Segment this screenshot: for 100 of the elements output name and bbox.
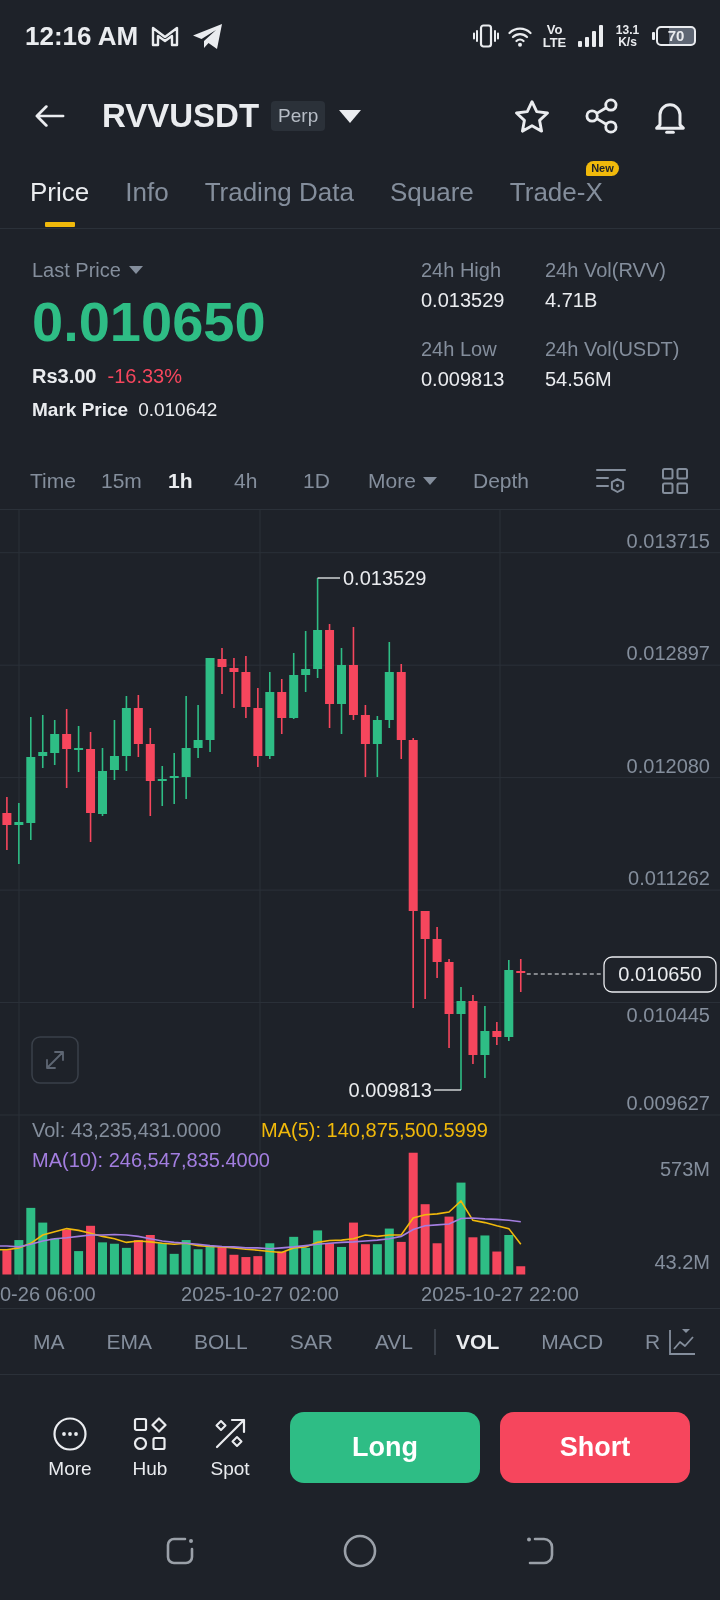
signal-icon xyxy=(577,25,605,47)
current-price-tag: 0.010650 xyxy=(603,956,717,993)
interval-tab[interactable]: 1D xyxy=(303,467,330,495)
volume-bar xyxy=(480,1235,490,1275)
mail-icon xyxy=(151,25,180,47)
indicator-tab[interactable]: BOLL xyxy=(194,1327,248,1356)
tab[interactable]: Price xyxy=(30,177,90,228)
candle xyxy=(468,994,478,1065)
diagonal-arrow-icon xyxy=(213,1417,247,1451)
volume-bar xyxy=(313,1230,323,1275)
interval-tab[interactable]: Depth xyxy=(473,467,530,495)
tab[interactable]: Trading Data xyxy=(204,177,354,228)
volume-bar xyxy=(2,1250,12,1275)
interval-tab[interactable]: Time xyxy=(30,467,76,495)
candle xyxy=(133,694,143,758)
stat-label: 24h Vol(USDT) xyxy=(545,337,680,362)
interval-tab[interactable]: 15m xyxy=(101,467,142,495)
time-axis-label: 0-26 06:00 xyxy=(0,1283,96,1305)
time-axis-label: 2025-10-27 02:00 xyxy=(181,1283,339,1305)
volume-bar xyxy=(157,1243,167,1275)
short-button[interactable]: Short xyxy=(500,1412,690,1483)
volume-bar xyxy=(217,1246,227,1275)
indicator-tab[interactable]: SAR xyxy=(289,1327,333,1356)
stat-label: 24h High xyxy=(421,258,502,283)
candle xyxy=(277,678,287,735)
caret-icon[interactable] xyxy=(339,109,362,123)
volume-bar xyxy=(504,1235,514,1275)
home-icon[interactable] xyxy=(343,1534,377,1568)
volume-bar xyxy=(360,1244,370,1275)
volume-bar xyxy=(289,1236,299,1275)
volume-bar xyxy=(14,1240,24,1275)
volume-bar xyxy=(26,1207,36,1275)
network-type-label: Vo LTE xyxy=(541,23,568,49)
back-icon[interactable] xyxy=(525,1536,555,1566)
volume-bar xyxy=(337,1246,346,1275)
volume-bar xyxy=(325,1243,335,1275)
indicator-tab[interactable]: MA xyxy=(33,1327,65,1356)
indicator-tab[interactable]: VOL xyxy=(456,1327,500,1356)
stat-value: 0.013529 xyxy=(421,288,505,313)
back-arrow-icon[interactable] xyxy=(35,105,65,127)
indicator-tab[interactable]: MACD xyxy=(541,1327,604,1356)
volume-axis-label: 573M xyxy=(659,1158,710,1180)
volume-bar xyxy=(396,1241,406,1275)
paper-plane-icon xyxy=(193,23,223,49)
indicator-tab[interactable]: EMA xyxy=(106,1327,152,1356)
volume-bar xyxy=(265,1243,275,1275)
price-axis-label: 0.011262 xyxy=(628,867,710,890)
stat-value: 4.71B xyxy=(545,288,598,313)
volume-bar xyxy=(384,1228,394,1275)
indicator-tab[interactable]: AVL xyxy=(374,1327,414,1356)
volume-legend-text: MA(5): 140,875,500.5999 xyxy=(261,1118,488,1143)
stat-value: 54.56M xyxy=(545,367,612,392)
price-axis-label: 0.009627 xyxy=(626,1092,710,1114)
price-axis-label: 0.012080 xyxy=(626,754,710,777)
volume-bar xyxy=(145,1235,155,1275)
star-icon[interactable] xyxy=(515,99,549,133)
volume-bar xyxy=(109,1243,119,1275)
volume-bar xyxy=(372,1244,382,1275)
stat-value: 0.009813 xyxy=(421,367,505,392)
grid-icon[interactable] xyxy=(662,468,688,494)
last-price-selector[interactable]: Last Price xyxy=(32,256,143,284)
candle xyxy=(432,926,442,979)
volume-legend-text: MA(10): 246,547,835.4000 xyxy=(32,1148,270,1173)
share-icon[interactable] xyxy=(585,98,618,134)
tab[interactable]: Square xyxy=(389,177,474,228)
volume-bar xyxy=(74,1251,84,1275)
volume-bar xyxy=(432,1243,442,1275)
shortcut-button[interactable]: More xyxy=(34,1412,106,1480)
volume-bar xyxy=(420,1204,430,1275)
candle xyxy=(38,714,48,769)
list-settings-icon[interactable] xyxy=(596,468,626,494)
candle xyxy=(14,802,24,865)
high-price-label: 0.013529 xyxy=(343,567,427,589)
interval-tab[interactable]: More xyxy=(368,467,437,495)
recents-icon[interactable] xyxy=(165,1536,195,1566)
volume-bar xyxy=(121,1247,131,1275)
volume-bar xyxy=(181,1240,191,1275)
interval-tab[interactable]: 4h xyxy=(234,467,258,495)
volume-bar xyxy=(516,1266,526,1275)
indicator-tab[interactable]: R xyxy=(645,1327,661,1356)
volume-bar xyxy=(468,1237,478,1275)
candle xyxy=(169,752,179,805)
shortcut-button[interactable]: Hub xyxy=(114,1412,186,1480)
candle xyxy=(372,715,382,778)
candle xyxy=(301,630,311,693)
candle xyxy=(2,796,12,851)
symbol-title[interactable]: RVVUSDT xyxy=(102,96,260,136)
time-axis-label: 2025-10-27 22:00 xyxy=(421,1283,579,1305)
volume-bar xyxy=(193,1249,203,1275)
volume-bar xyxy=(444,1216,454,1275)
expand-button[interactable] xyxy=(31,1036,79,1084)
status-time: 12:16 AM xyxy=(25,21,139,51)
tab[interactable]: Info xyxy=(125,177,169,228)
vibrate-icon xyxy=(473,24,499,48)
interval-tab[interactable]: 1h xyxy=(168,467,193,495)
volume-legend-text: Vol: 43,235,431.0000 xyxy=(32,1118,222,1143)
tab[interactable]: Trade-X xyxy=(509,177,603,228)
shortcut-button[interactable]: Spot xyxy=(194,1412,266,1480)
leader-line xyxy=(433,1089,462,1091)
chart-line-icon[interactable] xyxy=(668,1327,697,1356)
